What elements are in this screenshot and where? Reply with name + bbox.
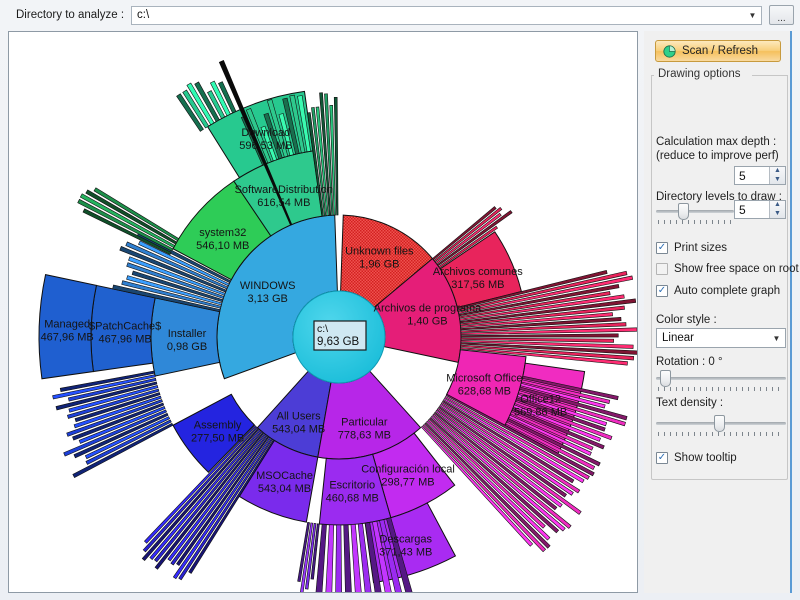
drawing-options-panel: Scan / Refresh Drawing options Calculati… bbox=[644, 31, 792, 593]
text-density-slider[interactable] bbox=[656, 414, 786, 432]
levels-slider-thumb[interactable] bbox=[678, 203, 689, 220]
disk-usage-analyzer-window: Directory to analyze : c:\ ▼ ... Unknown… bbox=[0, 0, 800, 600]
max-depth-label-line1: Calculation max depth : bbox=[656, 136, 776, 148]
color-style-combobox[interactable]: Linear ▼ bbox=[656, 328, 786, 348]
rotation-slider[interactable] bbox=[656, 369, 786, 387]
text-density-label: Text density : bbox=[656, 397, 723, 409]
color-style-label: Color style : bbox=[656, 314, 717, 326]
rotation-label: Rotation : 0 ° bbox=[656, 356, 723, 368]
pie-chart-icon bbox=[663, 45, 676, 58]
levels-slider-track[interactable] bbox=[656, 210, 734, 213]
color-style-value[interactable]: Linear bbox=[657, 332, 768, 344]
max-depth-label-line2: (reduce to improve perf) bbox=[656, 150, 779, 162]
levels-slider[interactable] bbox=[656, 202, 734, 220]
rotation-slider-thumb[interactable] bbox=[660, 370, 671, 387]
chevron-down-icon[interactable]: ▼ bbox=[744, 7, 761, 24]
text-density-slider-ticks bbox=[658, 432, 784, 436]
center-tooltip-path: c:\ bbox=[317, 323, 328, 335]
rotation-slider-track[interactable] bbox=[656, 377, 786, 380]
show-free-space-checkbox[interactable] bbox=[656, 263, 668, 275]
show-tooltip-checkbox-row[interactable]: ✓ Show tooltip bbox=[656, 452, 737, 464]
print-sizes-checkbox-row[interactable]: ✓ Print sizes bbox=[656, 242, 727, 254]
stepper-down-icon[interactable]: ▼ bbox=[774, 177, 781, 183]
directory-input[interactable]: c:\ bbox=[132, 9, 744, 21]
auto-complete-label: Auto complete graph bbox=[674, 285, 780, 297]
max-depth-stepper-arrows[interactable]: ▲ ▼ bbox=[769, 167, 785, 184]
chevron-down-icon[interactable]: ▼ bbox=[768, 334, 785, 343]
sunburst-chart[interactable]: Unknown files1,96 GBWINDOWS3,13 GBArchiv… bbox=[9, 32, 637, 592]
group-border-right bbox=[752, 75, 788, 76]
stepper-up-icon[interactable]: ▲ bbox=[774, 202, 781, 208]
scan-refresh-label: Scan / Refresh bbox=[682, 45, 758, 57]
directory-combobox[interactable]: c:\ ▼ bbox=[131, 6, 762, 25]
directory-label: Directory to analyze : bbox=[16, 9, 124, 21]
stepper-up-icon[interactable]: ▲ bbox=[774, 168, 781, 174]
center-tooltip-size: 9,63 GB bbox=[317, 336, 360, 348]
sunburst-sliver[interactable] bbox=[80, 194, 175, 248]
sunburst-slice[interactable] bbox=[91, 285, 155, 371]
toolbar: Directory to analyze : c:\ ▼ ... bbox=[0, 0, 800, 30]
text-density-slider-thumb[interactable] bbox=[714, 415, 725, 432]
show-free-space-label: Show free space on root bbox=[674, 263, 799, 275]
auto-complete-checkbox[interactable]: ✓ bbox=[656, 285, 668, 297]
show-free-space-checkbox-row[interactable]: Show free space on root bbox=[656, 263, 799, 275]
print-sizes-checkbox[interactable]: ✓ bbox=[656, 242, 668, 254]
auto-complete-checkbox-row[interactable]: ✓ Auto complete graph bbox=[656, 285, 780, 297]
show-tooltip-checkbox[interactable]: ✓ bbox=[656, 452, 668, 464]
drawing-options-title: Drawing options bbox=[654, 68, 744, 80]
levels-value[interactable]: 5 bbox=[735, 203, 769, 217]
sunburst-slice[interactable] bbox=[39, 275, 96, 379]
center-tooltip: c:\ 9,63 GB bbox=[314, 321, 366, 350]
sunburst-graph-panel[interactable]: Unknown files 1,96 GB WINDOWS 3,13 GB Archiv… bbox=[8, 31, 638, 593]
levels-slider-ticks bbox=[658, 220, 732, 224]
max-depth-spinner[interactable]: 5 ▲ ▼ bbox=[734, 166, 786, 185]
rotation-slider-ticks bbox=[658, 387, 784, 391]
levels-spinner[interactable]: 5 ▲ ▼ bbox=[734, 200, 786, 219]
scan-refresh-button[interactable]: Scan / Refresh bbox=[655, 40, 781, 62]
stepper-down-icon[interactable]: ▼ bbox=[774, 211, 781, 217]
levels-stepper-arrows[interactable]: ▲ ▼ bbox=[769, 201, 785, 218]
browse-button[interactable]: ... bbox=[769, 5, 794, 25]
sunburst-sliver[interactable] bbox=[335, 525, 342, 592]
print-sizes-label: Print sizes bbox=[674, 242, 727, 254]
show-tooltip-label: Show tooltip bbox=[674, 452, 737, 464]
max-depth-value[interactable]: 5 bbox=[735, 169, 769, 183]
